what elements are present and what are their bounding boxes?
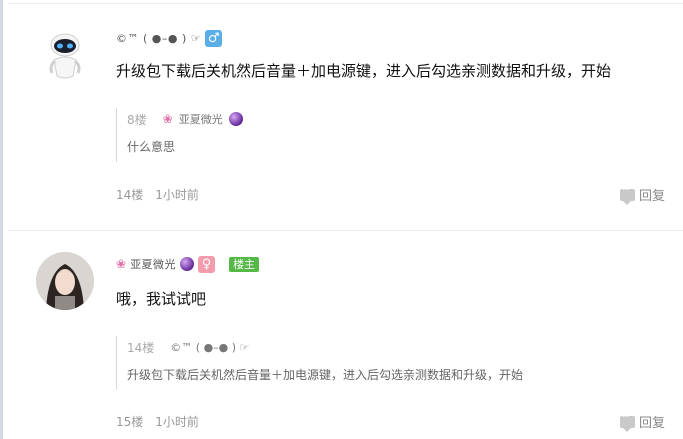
comment-item: ©™ ( ●–● ) ☞ ♂ 升级包下载后关机然后音量＋加电源键，进入后勾选亲测… [8,4,683,230]
reply-button[interactable]: 回复 [619,412,665,432]
crystal-ball-icon [180,257,195,271]
flower-icon: ❀ [162,112,173,126]
reply-label: 回复 [638,189,665,204]
comment-bubble-icon [619,185,635,205]
quote-text: 什么意思 [127,140,176,154]
author-row: ©™ ( ●–● ) ☞ ♂ [116,28,223,48]
floor-number: 14楼 [116,188,144,202]
left-edge-rule [0,0,3,439]
male-gender-icon: ♂ [205,29,223,47]
quoted-reply: 14楼 ©™ ( ●–● ) ☞ 升级包下载后关机然后音量＋加电源键，进入后勾选… [116,336,677,390]
quote-header: 14楼 ©™ ( ●–● ) ☞ [127,336,677,358]
girl-photo-avatar-icon [36,252,94,310]
author-name[interactable]: 亚夏微光 [130,256,176,272]
comment-bubble-icon [619,412,635,432]
reply-label: 回复 [638,416,665,431]
reply-button[interactable]: 回复 [619,185,665,205]
floor-number: 15楼 [116,415,144,429]
robot-avatar-icon [49,33,81,79]
comment-item: ❀ 亚夏微光 ♀ 楼主 哦，我试试吧 14楼 ©™ ( ●–● ) ☞ 升级包下… [8,232,683,439]
user-avatar[interactable] [36,252,94,310]
post-time: 1小时前 [155,188,199,202]
quote-author-name[interactable]: ©™ ( ●–● ) ☞ [170,341,249,354]
quote-floor: 8楼 [127,112,147,127]
quote-author-name[interactable]: 亚夏微光 [179,111,223,127]
flower-icon: ❀ [116,257,127,271]
post-time: 1小时前 [155,415,199,429]
quote-text: 升级包下载后关机然后音量＋加电源键，进入后勾选亲测数据和升级，开始 [127,368,524,382]
owner-badge: 楼主 [229,256,260,272]
author-name[interactable]: ©™ ( ●–● ) ☞ [116,32,201,45]
user-avatar[interactable] [36,24,94,82]
comment-footer: 14楼 1小时前 回复 [116,185,665,205]
comment-divider [8,230,683,231]
quote-header: 8楼 ❀ 亚夏微光 [127,108,677,130]
quoted-reply: 8楼 ❀ 亚夏微光 什么意思 [116,108,677,162]
author-row: ❀ 亚夏微光 ♀ 楼主 [116,254,260,274]
quote-floor: 14楼 [127,340,155,355]
comment-footer: 15楼 1小时前 回复 [116,412,665,432]
comment-content: 升级包下载后关机然后音量＋加电源键，进入后勾选亲测数据和升级，开始 [116,62,612,80]
female-gender-icon: ♀ [198,255,216,273]
comment-content: 哦，我试试吧 [116,290,207,308]
crystal-ball-icon [228,112,243,126]
